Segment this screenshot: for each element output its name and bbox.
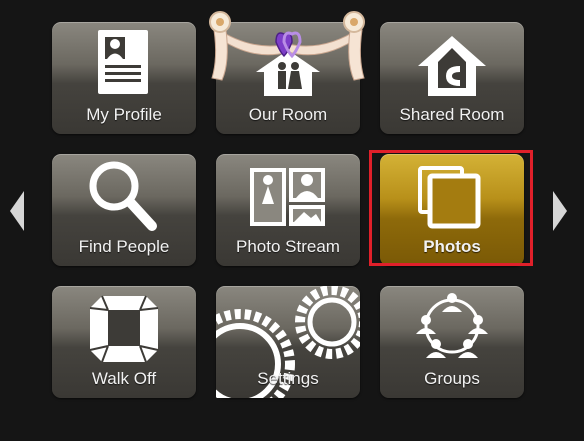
my-profile-button[interactable]: My Profile bbox=[52, 22, 196, 134]
my-profile-label: My Profile bbox=[86, 105, 162, 124]
photo-stream-label: Photo Stream bbox=[236, 237, 340, 256]
groups-button[interactable]: Groups bbox=[380, 286, 524, 398]
walk-off-label: Walk Off bbox=[91, 369, 157, 388]
left-arrow-icon[interactable] bbox=[9, 190, 25, 232]
groups-label: Groups bbox=[424, 369, 480, 388]
find-people-label: Find People bbox=[78, 237, 170, 256]
settings-label: Settings bbox=[257, 369, 319, 388]
find-people-button[interactable]: Find People bbox=[52, 154, 196, 266]
selection-highlight bbox=[369, 150, 533, 266]
settings-button[interactable]: Settings bbox=[216, 286, 360, 398]
shared-room-button[interactable]: Shared Room bbox=[380, 22, 524, 134]
shared-room-label: Shared Room bbox=[399, 105, 505, 124]
walk-off-button[interactable]: Walk Off bbox=[52, 286, 196, 398]
our-room-label: Our Room bbox=[248, 105, 328, 124]
photo-stream-button[interactable]: Photo Stream bbox=[216, 154, 360, 266]
our-room-button[interactable]: Our Room bbox=[209, 11, 365, 134]
right-arrow-icon[interactable] bbox=[552, 190, 568, 232]
